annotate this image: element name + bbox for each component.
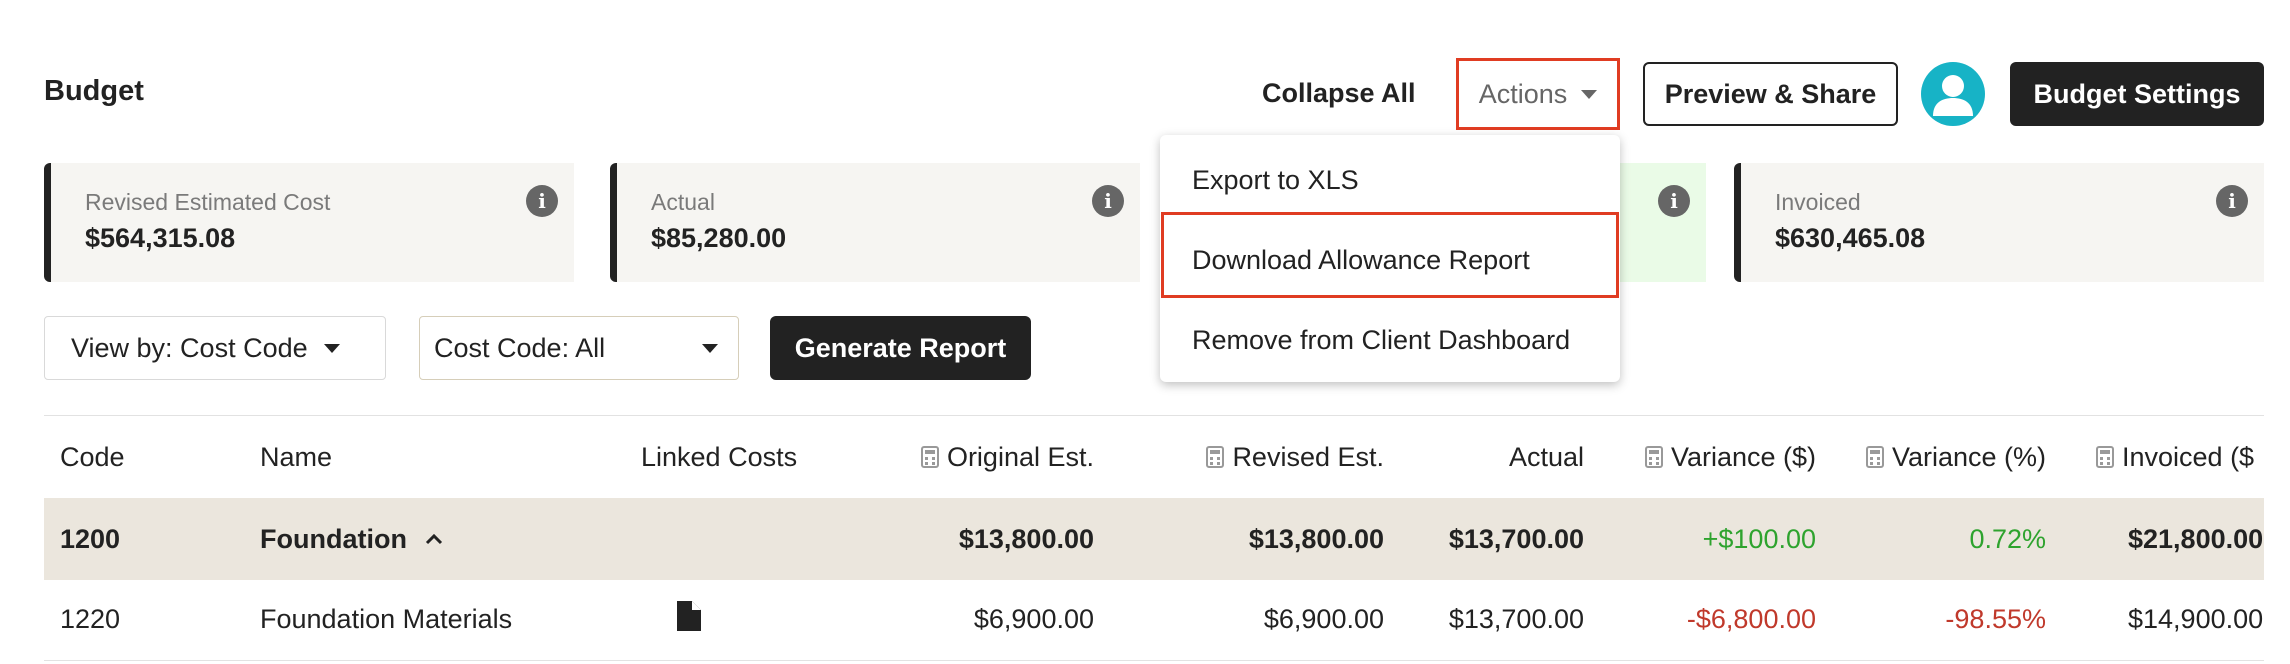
generate-report-button[interactable]: Generate Report [770,316,1031,380]
column-header-label: Invoiced ($ [2122,442,2255,472]
linked-cost-cell[interactable] [676,600,702,639]
calculator-icon [1644,446,1663,468]
info-icon[interactable]: i [1658,185,1690,217]
column-header-label: Variance (%) [1891,442,2046,472]
table-divider [44,660,2264,661]
row-revised-est: $6,900.00 [1263,604,1384,634]
column-header-variance-dollar[interactable]: Variance ($) [1616,442,1816,473]
column-header-code[interactable]: Code [60,442,125,473]
row-original-est: $13,800.00 [958,524,1094,554]
actions-dropdown-button[interactable]: Actions [1456,58,1620,130]
info-icon[interactable]: i [1092,185,1124,217]
caret-down-icon [323,343,340,353]
info-icon[interactable]: i [526,185,558,217]
calculator-icon [1206,446,1225,468]
column-header-label: Revised Est. [1232,442,1384,472]
column-header-label: Variance ($) [1670,442,1816,472]
actions-label: Actions [1478,78,1568,109]
card-value: $85,280.00 [651,223,787,253]
cost-code-select[interactable]: Cost Code: All [419,316,739,380]
card-revised-estimated-cost: Revised Estimated Cost $564,315.08 i [44,163,574,282]
actions-menu: Export to XLS Download Allowance Report … [1160,135,1620,382]
column-header-name[interactable]: Name [260,442,332,473]
row-name-label: Foundation [260,524,407,554]
row-variance: +$100.00 [1702,524,1816,554]
card-invoiced: Invoiced $630,465.08 i [1734,163,2264,282]
calculator-icon [1865,446,1884,468]
column-header-invoiced[interactable]: Invoiced ($ [2096,442,2264,473]
row-original-est: $6,900.00 [973,604,1094,634]
view-by-select[interactable]: View by: Cost Code [44,316,386,380]
card-value: $630,465.08 [1775,223,1926,253]
view-by-label: View by: Cost Code [71,332,308,363]
column-header-linked-costs[interactable]: Linked Costs [641,442,797,473]
row-revised-est: $13,800.00 [1248,524,1384,554]
document-icon[interactable] [676,600,702,632]
avatar[interactable] [1921,62,1985,126]
card-label: Invoiced [1775,189,1861,215]
chevron-up-icon[interactable] [424,532,444,546]
row-variance-pct: -98.55% [1945,604,2046,634]
table-divider [44,415,2264,416]
menu-item-export-xls[interactable]: Export to XLS [1192,165,1359,196]
row-variance-pct: 0.72% [1969,524,2046,554]
info-icon[interactable]: i [2216,185,2248,217]
row-actual: $13,700.00 [1448,604,1584,634]
row-variance: -$6,800.00 [1686,604,1816,634]
cost-code-label: Cost Code: All [434,332,606,363]
calculator-icon [920,446,939,468]
row-invoiced: $21,800.00 [2128,524,2264,554]
card-actual: Actual $85,280.00 i [610,163,1140,282]
row-actual: $13,700.00 [1448,524,1584,554]
card-label: Actual [651,189,715,215]
caret-down-icon [1581,89,1598,99]
column-header-label: Original Est. [946,442,1094,472]
caret-down-icon [702,343,718,353]
user-icon [1933,75,1973,116]
row-code: 1220 [60,604,121,634]
column-header-variance-pct[interactable]: Variance (%) [1846,442,2046,473]
column-header-actual[interactable]: Actual [1440,442,1584,473]
row-invoiced: $14,900.00 [2128,604,2264,634]
menu-item-download-allowance-report[interactable]: Download Allowance Report [1192,245,1530,276]
preview-share-button[interactable]: Preview & Share [1643,62,1898,126]
page-title: Budget [44,75,144,107]
menu-item-remove-from-client-dashboard[interactable]: Remove from Client Dashboard [1192,325,1570,356]
budget-settings-button[interactable]: Budget Settings [2010,62,2264,126]
row-name[interactable]: Foundation [260,524,444,555]
card-label: Revised Estimated Cost [85,189,331,215]
column-header-original-est[interactable]: Original Est. [900,442,1094,473]
calculator-icon [2096,446,2114,468]
collapse-all-button[interactable]: Collapse All [1262,78,1416,109]
card-value: $564,315.08 [85,223,236,253]
row-code: 1200 [60,524,121,554]
column-header-revised-est[interactable]: Revised Est. [1190,442,1384,473]
row-name[interactable]: Foundation Materials [260,604,512,635]
